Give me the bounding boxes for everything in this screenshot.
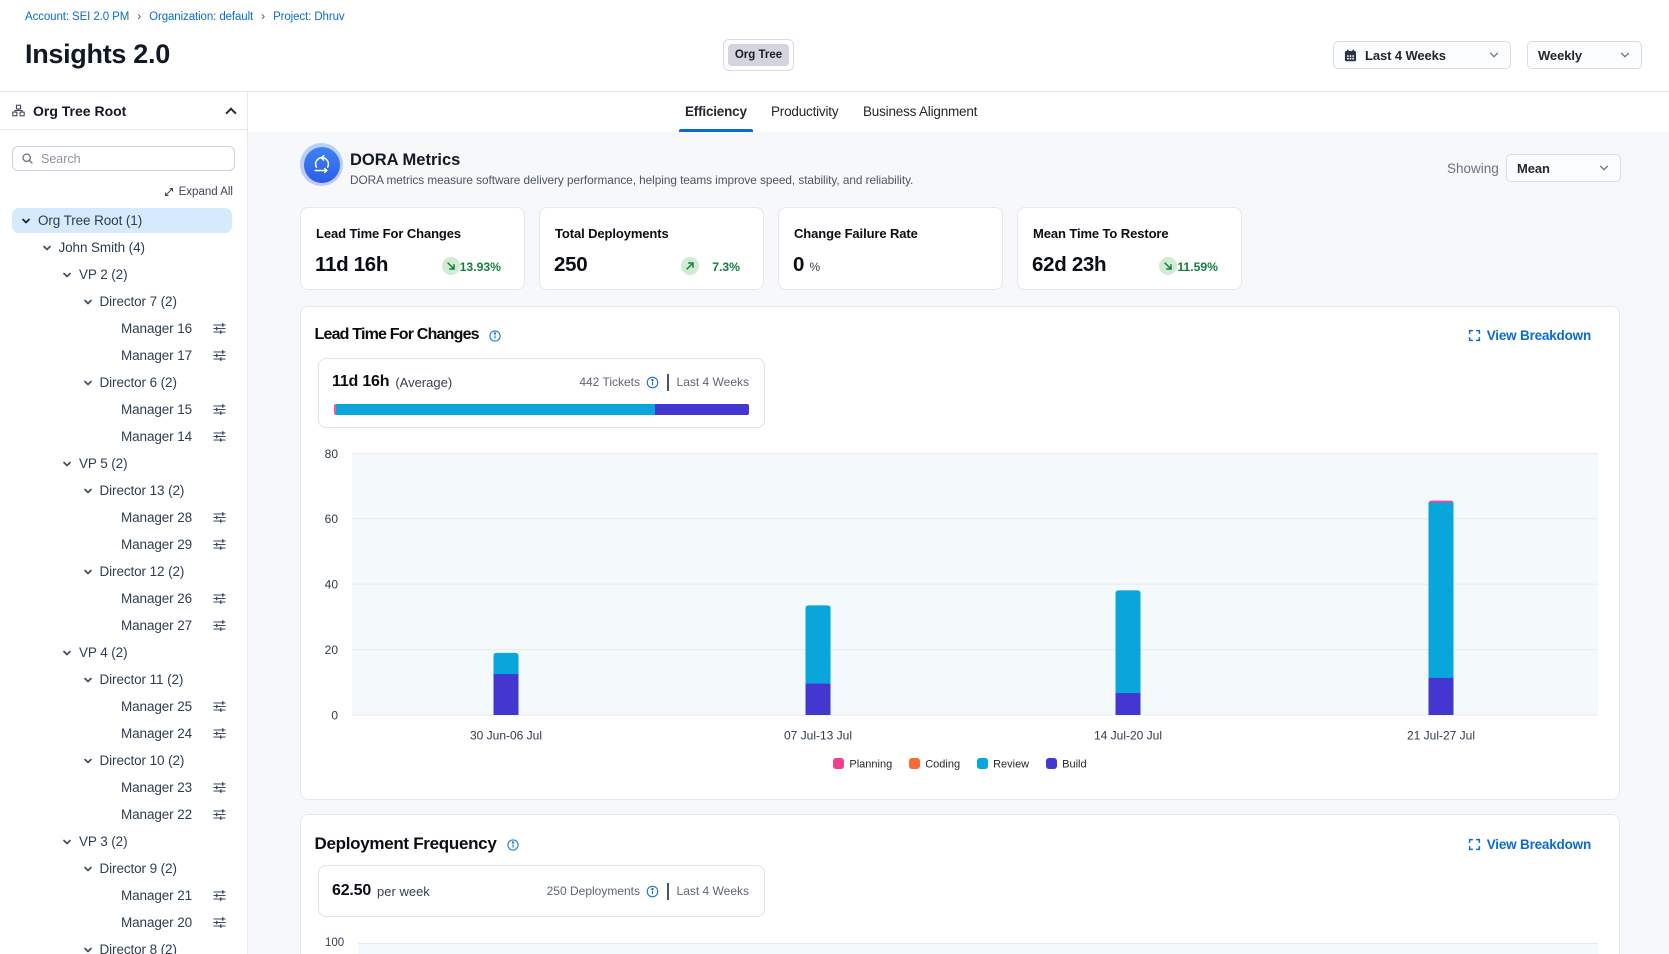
svg-text:30 Jun-06 Jul: 30 Jun-06 Jul: [470, 729, 542, 743]
svg-text:60: 60: [325, 512, 339, 526]
svg-text:20: 20: [325, 643, 339, 657]
svg-text:0: 0: [331, 709, 338, 723]
svg-text:21 Jul-27 Jul: 21 Jul-27 Jul: [1407, 729, 1475, 743]
svg-text:07 Jul-13 Jul: 07 Jul-13 Jul: [784, 729, 852, 743]
svg-text:40: 40: [325, 578, 339, 592]
svg-text:14 Jul-20 Jul: 14 Jul-20 Jul: [1094, 729, 1162, 743]
svg-text:80: 80: [325, 448, 339, 461]
